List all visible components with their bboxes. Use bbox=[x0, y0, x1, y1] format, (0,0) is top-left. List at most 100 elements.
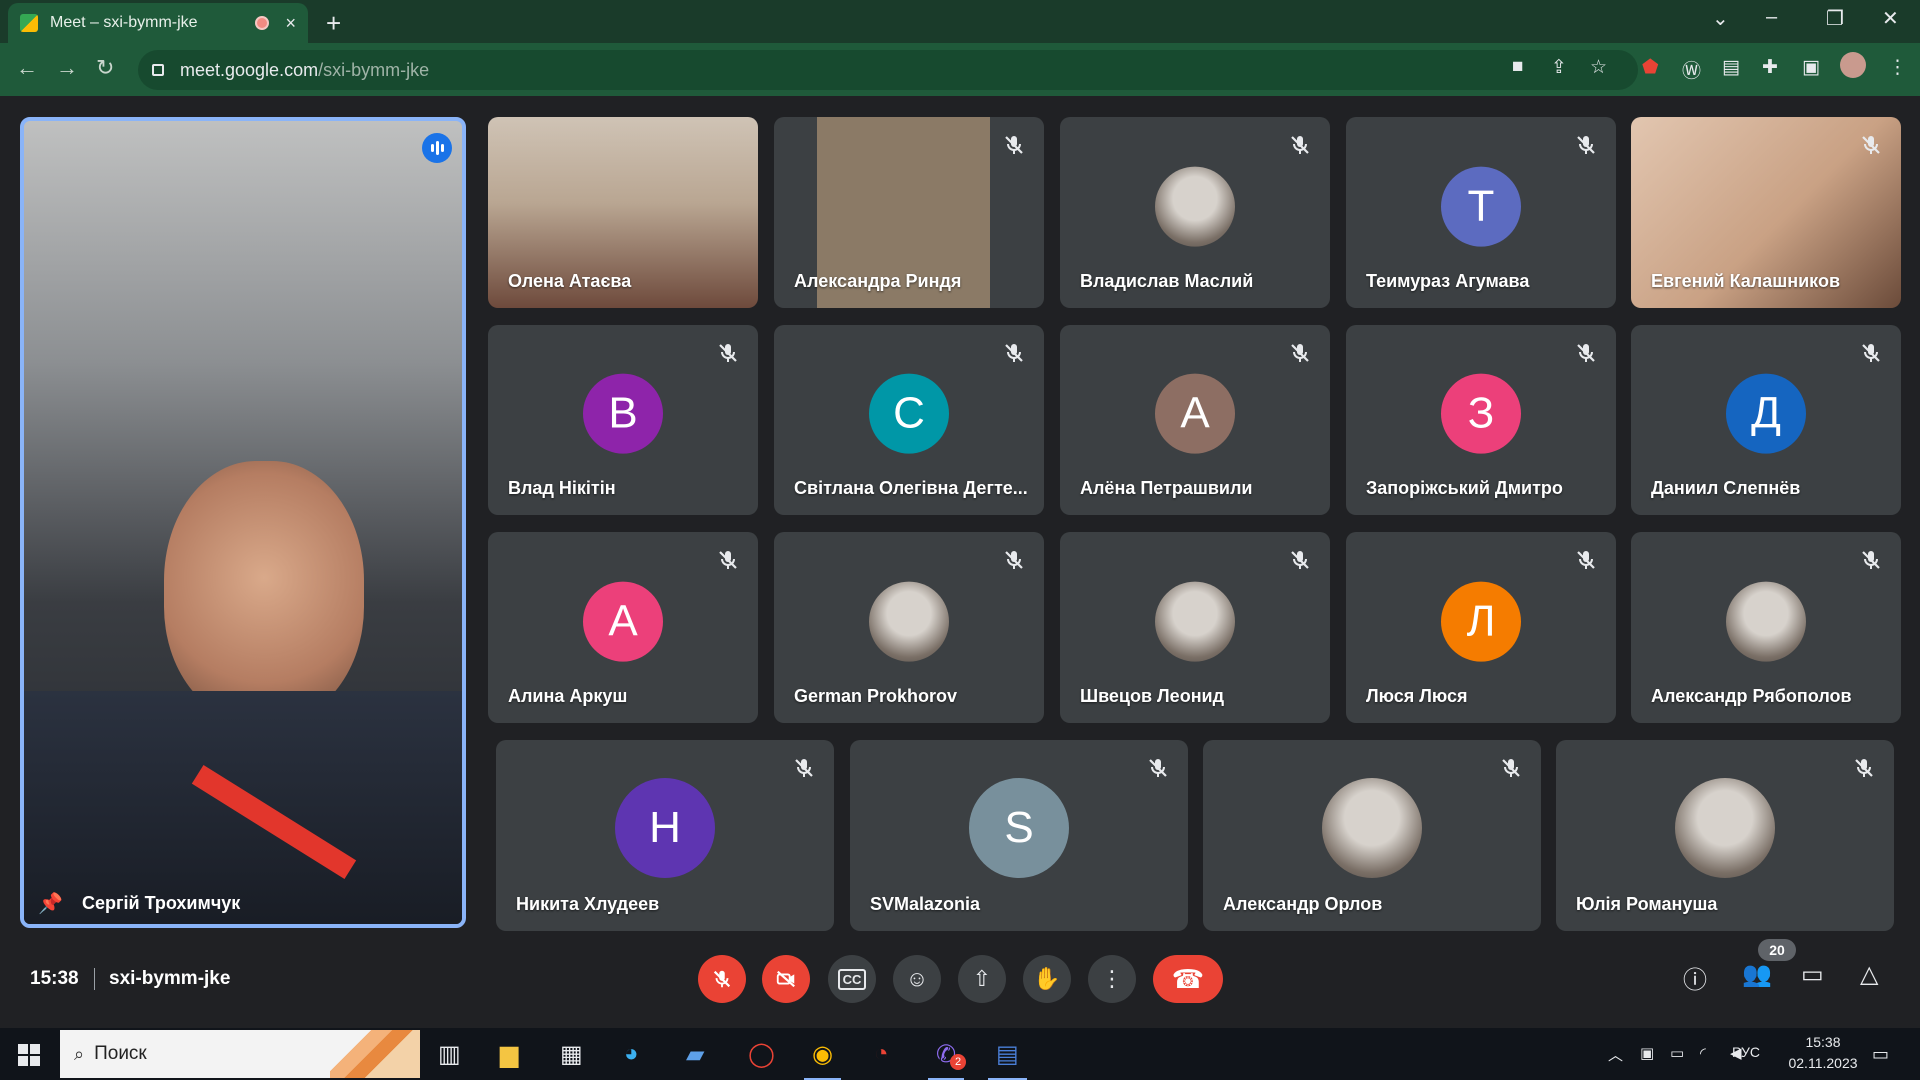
participant-tile[interactable]: В Влад Нікітін bbox=[488, 325, 758, 515]
participant-photo-avatar bbox=[869, 581, 949, 662]
viber-unread-badge: 2 bbox=[950, 1054, 966, 1070]
notifications-icon[interactable]: ▭ bbox=[1872, 1044, 1889, 1065]
minimize-icon[interactable]: – bbox=[1766, 6, 1777, 29]
participant-tile[interactable]: С Світлана Олегівна Дегте... bbox=[774, 325, 1044, 515]
pin-icon[interactable]: 📌 bbox=[38, 891, 63, 916]
edge-icon[interactable]: ◕ bbox=[624, 1040, 639, 1068]
participant-tile[interactable]: А Алёна Петрашвили bbox=[1060, 325, 1330, 515]
participant-tile[interactable]: Н Никита Хлудеев bbox=[496, 740, 834, 931]
mic-muted-icon bbox=[716, 548, 740, 572]
browser-tab[interactable]: Meet – sxi-bymm-jke × bbox=[8, 3, 308, 43]
mic-muted-icon bbox=[1146, 756, 1170, 780]
captions-button[interactable]: CC bbox=[828, 955, 876, 1003]
back-icon[interactable]: ← bbox=[16, 55, 38, 81]
restore-icon[interactable]: ❐ bbox=[1826, 6, 1844, 31]
windows-start-icon[interactable] bbox=[18, 1044, 40, 1066]
meeting-time: 15:38 bbox=[30, 968, 79, 989]
share-icon[interactable]: ⇪ bbox=[1551, 56, 1567, 79]
bookmark-star-icon[interactable]: ☆ bbox=[1590, 56, 1607, 79]
forward-icon[interactable]: → bbox=[56, 55, 78, 81]
more-vert-icon: ⋮ bbox=[1101, 966, 1123, 991]
meeting-info-icon[interactable]: ⓘ bbox=[1683, 960, 1707, 995]
mic-muted-icon bbox=[1859, 548, 1883, 572]
camera-toggle-button[interactable] bbox=[762, 955, 810, 1003]
pinned-speaker-tile[interactable]: 📌 Сергій Трохимчук bbox=[20, 117, 466, 928]
participant-name: Запоріжський Дмитро bbox=[1366, 478, 1563, 498]
mic-toggle-button[interactable] bbox=[698, 955, 746, 1003]
reload-icon[interactable]: ↻ bbox=[96, 55, 114, 81]
tab-title: Meet – sxi-bymm-jke bbox=[50, 14, 198, 31]
participant-tile[interactable]: Александра Риндя bbox=[774, 117, 1044, 308]
participant-photo-avatar bbox=[1675, 777, 1775, 878]
search-icon: ⌕ bbox=[74, 1043, 85, 1064]
reactions-button[interactable]: ☺ bbox=[893, 955, 941, 1003]
search-placeholder: Поиск bbox=[94, 1043, 147, 1064]
meet-favicon-icon bbox=[20, 14, 38, 32]
participant-name: Евгений Калашников bbox=[1651, 271, 1841, 291]
battery-icon[interactable]: ▭ bbox=[1670, 1044, 1684, 1062]
participant-tile[interactable]: Л Люся Люся bbox=[1346, 532, 1616, 723]
file-explorer-icon[interactable]: ▆ bbox=[500, 1040, 518, 1069]
participant-tile[interactable]: Александр Рябополов bbox=[1631, 532, 1901, 723]
participant-tile[interactable]: Д Даниил Слепнёв bbox=[1631, 325, 1901, 515]
wifi-icon[interactable]: ◜ bbox=[1700, 1044, 1706, 1062]
participant-tile[interactable]: Евгений Калашников bbox=[1631, 117, 1901, 308]
participant-tile[interactable]: T Теимураз Агумава bbox=[1346, 117, 1616, 308]
participant-tile[interactable]: Владислав Маслий bbox=[1060, 117, 1330, 308]
participant-tile[interactable]: Александр Орлов bbox=[1203, 740, 1541, 931]
present-button[interactable]: ⇧ bbox=[958, 955, 1006, 1003]
tab-search-icon[interactable]: ⌄ bbox=[1712, 6, 1729, 31]
close-window-icon[interactable]: ✕ bbox=[1882, 6, 1899, 31]
participant-tile[interactable]: German Prokhorov bbox=[774, 532, 1044, 723]
desktop-app-icon[interactable]: ▰ bbox=[686, 1040, 704, 1069]
chrome-alt-icon[interactable]: ◔ bbox=[874, 1040, 889, 1068]
people-icon[interactable]: 👥 bbox=[1742, 960, 1772, 989]
new-tab-button[interactable]: + bbox=[326, 8, 341, 39]
tab-close-icon[interactable]: × bbox=[285, 13, 296, 34]
extension-flag-icon[interactable]: ▤ bbox=[1722, 56, 1740, 79]
meet-now-icon[interactable]: ▣ bbox=[1640, 1044, 1654, 1062]
extension-shield-icon[interactable]: ⬟ bbox=[1642, 56, 1659, 79]
speaking-indicator-icon bbox=[422, 133, 452, 163]
word-icon[interactable]: ▤ bbox=[988, 1040, 1027, 1080]
chrome-icon[interactable]: ◉ bbox=[804, 1040, 841, 1080]
participant-name: Даниил Слепнёв bbox=[1651, 478, 1801, 498]
participant-tile[interactable]: S SVMalazonia bbox=[850, 740, 1188, 931]
browser-menu-icon[interactable]: ⋮ bbox=[1888, 56, 1907, 79]
opera-icon[interactable]: ◯ bbox=[748, 1040, 775, 1069]
participant-tile[interactable]: З Запоріжський Дмитро bbox=[1346, 325, 1616, 515]
raise-hand-button[interactable]: ✋ bbox=[1023, 955, 1071, 1003]
captions-icon: CC bbox=[837, 968, 867, 990]
present-screen-icon: ⇧ bbox=[972, 966, 992, 991]
participant-letter-avatar: А bbox=[583, 581, 663, 662]
system-clock[interactable]: 15:38 02.11.2023 bbox=[1778, 1032, 1868, 1074]
more-options-button[interactable]: ⋮ bbox=[1088, 955, 1136, 1003]
camera-in-use-icon[interactable]: ■ bbox=[1512, 56, 1523, 78]
store-icon[interactable]: ▦ bbox=[560, 1040, 583, 1069]
participant-name: Александра Риндя bbox=[794, 271, 962, 291]
language-indicator[interactable]: РУС bbox=[1732, 1044, 1760, 1060]
leave-call-button[interactable]: ☎ bbox=[1153, 955, 1223, 1003]
participant-letter-avatar: Н bbox=[615, 777, 715, 878]
participant-name: Світлана Олегівна Дегте... bbox=[794, 478, 1028, 498]
side-panel-icon[interactable]: ▣ bbox=[1802, 56, 1820, 79]
extension-w-icon[interactable]: Ⓦ bbox=[1682, 56, 1701, 83]
participant-tile[interactable]: Юлія Романуша bbox=[1556, 740, 1894, 931]
speaker-video-face bbox=[164, 461, 364, 721]
taskbar-search-box[interactable]: ⌕ Поиск bbox=[60, 1030, 420, 1078]
chat-icon[interactable]: ▭ bbox=[1801, 960, 1824, 989]
activities-icon[interactable]: △ bbox=[1860, 960, 1878, 989]
emoji-icon: ☺ bbox=[905, 966, 929, 991]
mic-muted-icon bbox=[1288, 548, 1312, 572]
extensions-puzzle-icon[interactable]: ✚ bbox=[1762, 56, 1778, 79]
profile-avatar[interactable] bbox=[1840, 52, 1866, 78]
participant-name: Алёна Петрашвили bbox=[1080, 478, 1253, 498]
participant-tile[interactable]: Олена Атаєва bbox=[488, 117, 758, 308]
participant-name: Сергій Трохимчук bbox=[82, 893, 241, 913]
task-view-icon[interactable]: ▥ bbox=[438, 1040, 461, 1069]
participant-name: Никита Хлудеев bbox=[516, 894, 660, 914]
participant-tile[interactable]: А Алина Аркуш bbox=[488, 532, 758, 723]
participant-tile[interactable]: Швецов Леонид bbox=[1060, 532, 1330, 723]
show-hidden-icons-icon[interactable]: ︿ bbox=[1608, 1044, 1623, 1065]
address-bar[interactable]: meet.google.com/sxi-bymm-jke bbox=[138, 50, 1638, 90]
